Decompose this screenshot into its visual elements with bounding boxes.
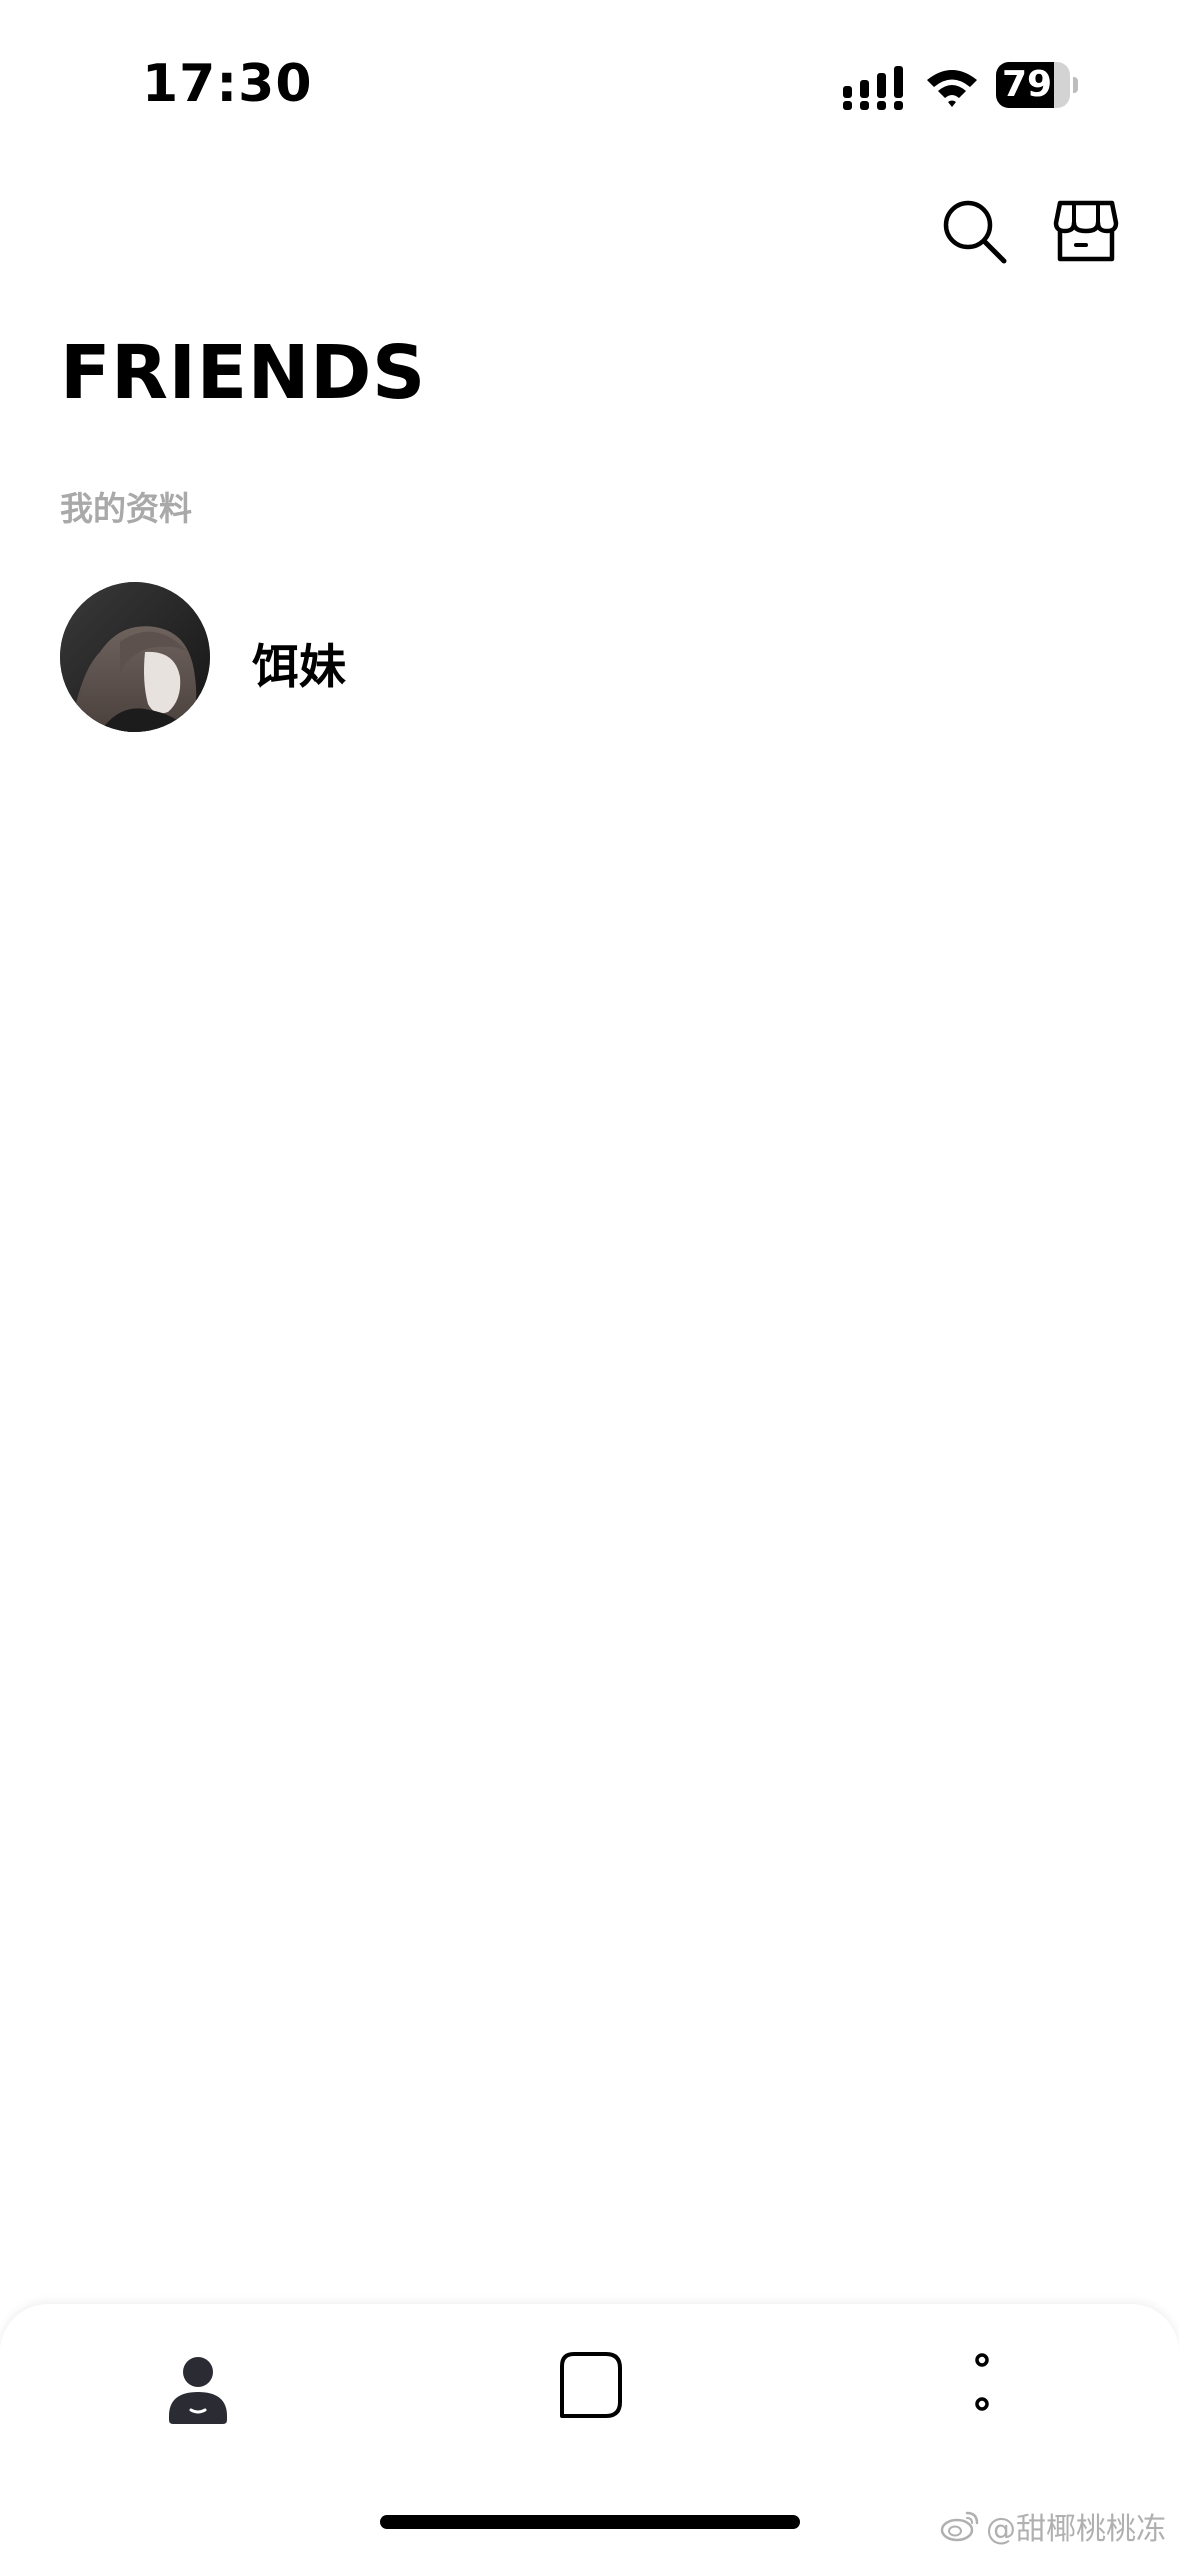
- shop-icon: [1053, 200, 1119, 262]
- search-icon: [943, 200, 1007, 264]
- more-icon: [975, 2353, 989, 2411]
- shop-button[interactable]: [1050, 195, 1122, 267]
- weibo-logo-icon: [940, 2511, 979, 2542]
- my-profile-section-label: 我的资料: [60, 489, 192, 528]
- battery-body: 79: [996, 62, 1070, 108]
- tab-chats[interactable]: [540, 2344, 640, 2444]
- wifi-icon: [927, 70, 977, 107]
- cellular-signal-icon: [843, 66, 903, 110]
- page-title: FRIENDS: [60, 330, 426, 416]
- battery-level: 79: [1001, 64, 1053, 105]
- my-profile-row[interactable]: 饵妹: [60, 582, 1120, 734]
- watermark: @甜椰桃桃冻: [940, 2506, 1166, 2547]
- tab-more[interactable]: [932, 2344, 1032, 2444]
- avatar[interactable]: [60, 582, 210, 732]
- chat-bubble-icon: [560, 2352, 622, 2418]
- home-indicator[interactable]: [380, 2515, 800, 2529]
- watermark-text: @甜椰桃桃冻: [986, 2512, 1166, 2547]
- status-time: 17:30: [142, 54, 313, 114]
- battery-cap: [1073, 77, 1078, 93]
- search-button[interactable]: [938, 195, 1010, 267]
- avatar-photo: [60, 582, 210, 732]
- tab-friends[interactable]: [148, 2344, 248, 2444]
- status-bar: 17:30 79: [0, 0, 1179, 150]
- battery-indicator: 79: [996, 62, 1078, 108]
- person-icon: [169, 2357, 227, 2424]
- profile-name: 饵妹: [252, 640, 346, 695]
